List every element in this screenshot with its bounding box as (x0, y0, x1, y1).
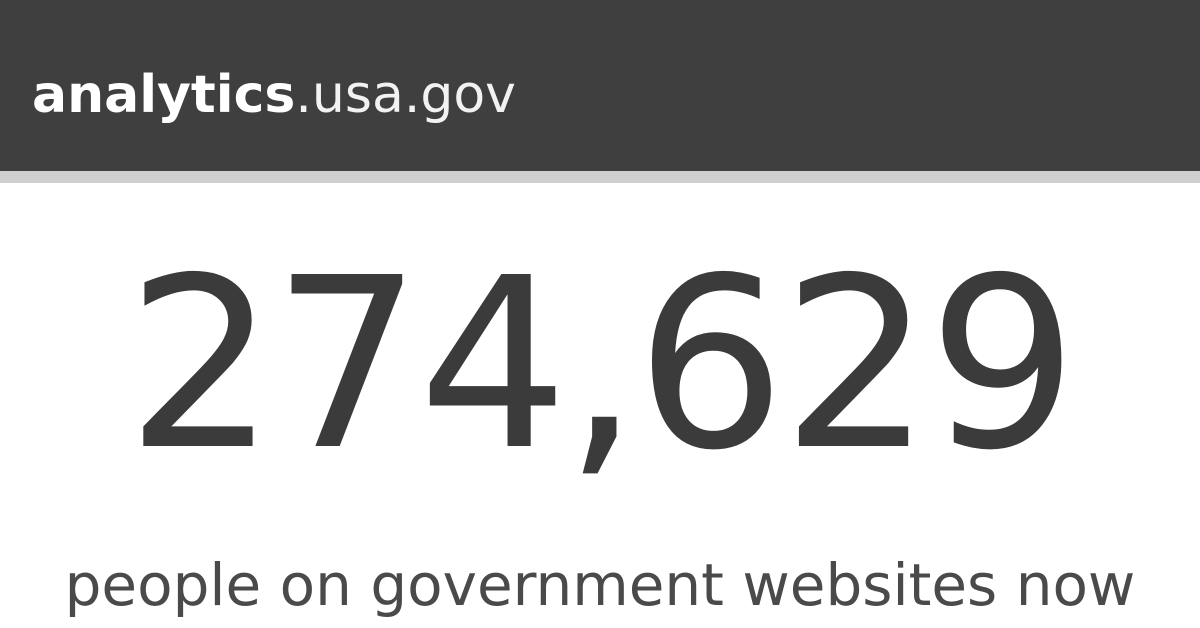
realtime-panel: 274,629 people on government websites no… (0, 183, 1200, 628)
visitor-count-caption: people on government websites now (64, 551, 1136, 619)
logo-light-text: .usa.gov (295, 65, 516, 125)
active-visitor-count: 274,629 (126, 227, 1078, 502)
logo-bold-text: analytics (32, 65, 296, 125)
site-header: analytics.usa.gov (0, 0, 1200, 183)
site-logo[interactable]: analytics.usa.gov (32, 60, 516, 130)
